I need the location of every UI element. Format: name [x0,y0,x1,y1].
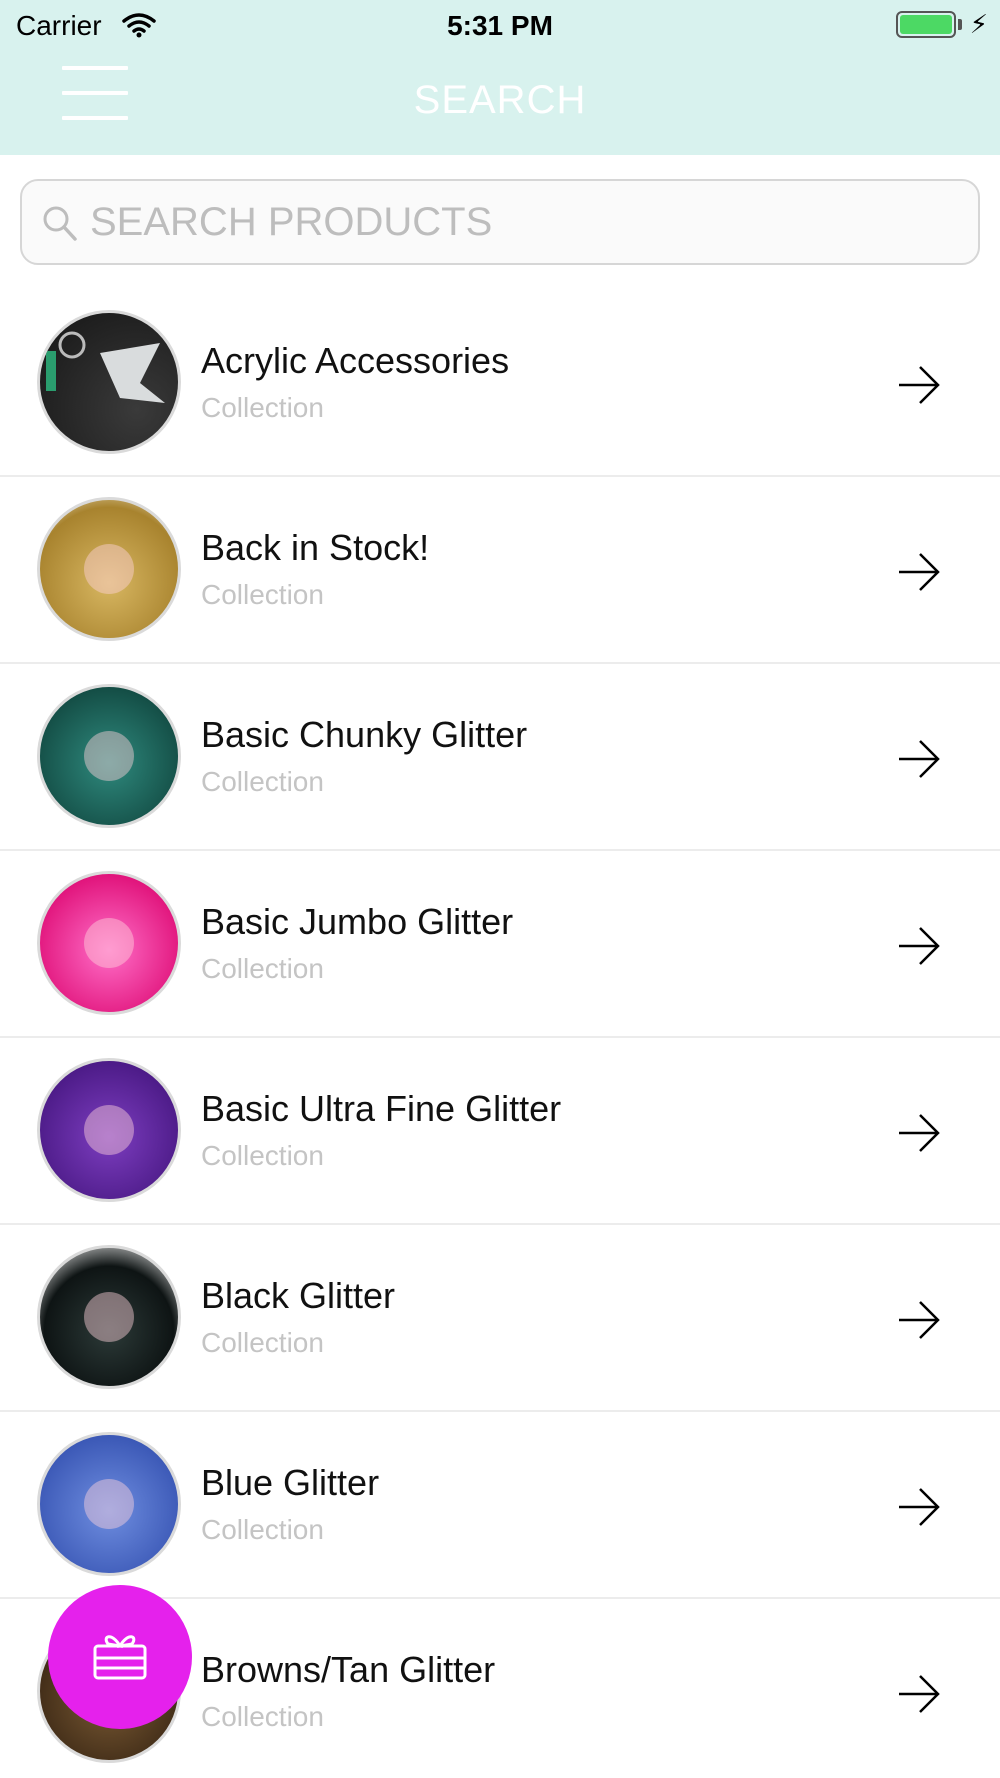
battery-icon [896,11,956,38]
list-item[interactable]: Acrylic Accessories Collection [0,290,1000,477]
list-item[interactable]: Blue Glitter Collection [0,1412,1000,1599]
list-item-subtitle: Collection [201,1327,324,1358]
arrow-right-icon[interactable] [896,362,942,413]
search-bar[interactable] [20,179,980,265]
gift-icon [90,1628,150,1687]
collection-thumbnail [37,1245,181,1389]
collection-thumbnail [37,684,181,828]
list-item[interactable]: Basic Jumbo Glitter Collection [0,851,1000,1038]
list-item-title: Browns/Tan Glitter [201,1649,496,1690]
list-item-subtitle: Collection [201,1701,324,1732]
top-bar: Carrier 5:31 PM ⚡ SEARCH [0,0,1000,155]
list-item-title: Back in Stock! [201,527,430,568]
arrow-right-icon[interactable] [896,1671,942,1722]
page-title: SEARCH [413,78,587,122]
collection-thumbnail [37,310,181,454]
list-item-subtitle: Collection [201,392,324,423]
arrow-right-icon[interactable] [896,1110,942,1161]
clock: 5:31 PM [447,10,553,41]
list-item-title: Blue Glitter [201,1462,380,1503]
list-item-title: Basic Ultra Fine Glitter [201,1088,562,1129]
battery-tip [958,19,962,30]
collection-thumbnail [37,497,181,641]
search-input[interactable] [90,195,960,249]
arrow-right-icon[interactable] [896,923,942,974]
list-item-title: Basic Jumbo Glitter [201,901,514,942]
collection-thumbnail [37,871,181,1015]
list-item-subtitle: Collection [201,579,324,610]
list-item-title: Black Glitter [201,1275,396,1316]
list-item-subtitle: Collection [201,1140,324,1171]
list-item[interactable]: Black Glitter Collection [0,1225,1000,1412]
list-item[interactable]: Basic Ultra Fine Glitter Collection [0,1038,1000,1225]
status-bar: Carrier 5:31 PM ⚡ [0,0,1000,50]
charging-icon: ⚡ [969,9,988,39]
list-item-subtitle: Collection [201,953,324,984]
arrow-right-icon[interactable] [896,1484,942,1535]
collection-thumbnail [37,1432,181,1576]
search-icon [40,203,80,250]
arrow-right-icon[interactable] [896,736,942,787]
list-item-title: Basic Chunky Glitter [201,714,528,755]
list-item[interactable]: Basic Chunky Glitter Collection [0,664,1000,851]
list-item-subtitle: Collection [201,766,324,797]
arrow-right-icon[interactable] [896,1297,942,1348]
gift-button[interactable] [48,1585,192,1729]
arrow-right-icon[interactable] [896,549,942,600]
list-item-title: Acrylic Accessories [201,340,510,381]
list-item[interactable]: Back in Stock! Collection [0,477,1000,664]
collection-list: Acrylic Accessories Collection Back in S… [0,290,1000,1778]
list-item-subtitle: Collection [201,1514,324,1545]
collection-thumbnail [37,1058,181,1202]
